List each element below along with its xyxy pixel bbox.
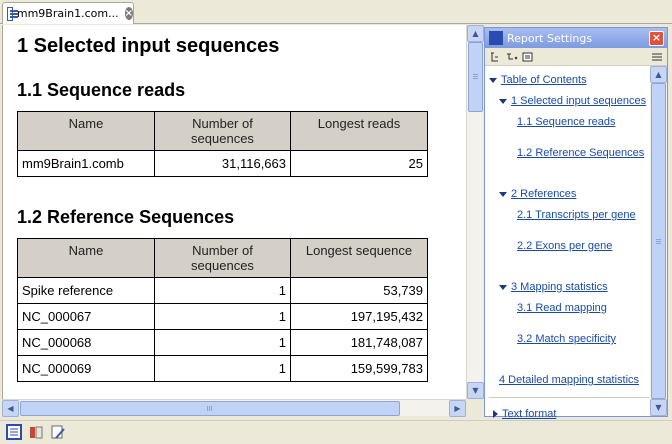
scroll-up-icon[interactable]: ▲ <box>467 25 484 42</box>
column-header: Number of sequences <box>154 111 291 151</box>
settings-vertical-scrollbar[interactable]: ▲ ▼ <box>650 66 667 416</box>
table-cell: 1 <box>154 329 291 356</box>
table-cell: 181,748,087 <box>290 329 428 356</box>
expand-arrow-icon[interactable] <box>499 191 507 197</box>
section-title-sequence-reads: 1.1 Sequence reads <box>17 80 186 100</box>
scroll-thumb[interactable] <box>468 42 483 112</box>
tab-bar: mm9Brain1.com... × <box>0 0 672 24</box>
view-switch-bar <box>0 420 672 444</box>
column-header: Longest sequence <box>290 238 428 278</box>
tree-node-sequence-reads[interactable]: 1.1 Sequence reads <box>517 116 615 128</box>
tree-node-mapping-statistics[interactable]: 3 Mapping statistics <box>499 281 608 293</box>
reference-sequences-table: Name Number of sequences Longest sequence … <box>17 238 428 382</box>
table-row: NC_000068 1 181,748,087 <box>17 329 428 356</box>
table-cell: 31,116,663 <box>154 150 291 177</box>
table-view-icon[interactable] <box>6 424 22 440</box>
section-title-reference-sequences: 1.2 Reference Sequences <box>17 207 235 227</box>
table-cell: mm9Brain1.comb <box>17 150 155 177</box>
close-icon[interactable]: × <box>649 30 664 46</box>
panel-icon <box>489 31 503 45</box>
table-row: Spike reference 1 53,739 <box>17 277 428 304</box>
tree-node-read-mapping[interactable]: 3.1 Read mapping <box>517 302 607 314</box>
table-cell: 1 <box>154 277 291 304</box>
tree-node-reference-sequences[interactable]: 1.2 Reference Sequences <box>517 147 644 159</box>
table-cell: 1 <box>154 355 291 382</box>
scroll-down-icon[interactable]: ▼ <box>650 399 667 416</box>
scroll-down-icon[interactable]: ▼ <box>467 382 484 399</box>
table-row: NC_000069 1 159,599,783 <box>17 355 428 382</box>
table-cell: NC_000067 <box>17 303 155 330</box>
expand-tree-icon[interactable] <box>490 51 502 63</box>
tab-report[interactable]: mm9Brain1.com... × <box>2 2 134 24</box>
tree-node-text-format[interactable]: Text format <box>493 408 556 420</box>
scroll-left-icon[interactable]: ◀ <box>2 400 19 417</box>
expand-arrow-icon[interactable] <box>499 284 507 290</box>
table-cell: 1 <box>154 303 291 330</box>
table-cell: 53,739 <box>290 277 428 304</box>
table-of-contents-tree: Table of Contents 1 Selected input seque… <box>485 66 650 420</box>
app-window: mm9Brain1.com... × 1 Selected input sequ… <box>0 0 672 444</box>
table-cell: Spike reference <box>17 277 155 304</box>
column-header: Name <box>17 238 155 278</box>
report-content: 1 Selected input sequences 1.1 Sequence … <box>17 33 437 382</box>
report-settings-panel: Report Settings × Table of Contents 1 Se… <box>484 27 668 420</box>
report-view: 1 Selected input sequences 1.1 Sequence … <box>2 25 466 399</box>
table-cell: NC_000068 <box>17 329 155 356</box>
options-menu-icon[interactable] <box>651 51 663 63</box>
table-row: mm9Brain1.comb 31,116,663 25 <box>17 150 428 177</box>
tree-node-detailed-mapping[interactable]: 4 Detailed mapping statistics <box>499 374 639 386</box>
column-header: Longest reads <box>290 111 428 151</box>
tree-node-toc[interactable]: Table of Contents <box>489 74 587 86</box>
table-cell: NC_000069 <box>17 355 155 382</box>
expand-arrow-icon[interactable] <box>499 98 507 104</box>
scroll-up-icon[interactable]: ▲ <box>650 66 667 83</box>
settings-toolbar <box>485 48 667 66</box>
collapse-tree-icon[interactable] <box>506 51 518 63</box>
book-view-icon[interactable] <box>28 424 44 440</box>
table-icon <box>7 6 18 21</box>
tree-node-exons-per-gene[interactable]: 2.2 Exons per gene <box>517 240 612 252</box>
tree-node-transcripts-per-gene[interactable]: 2.1 Transcripts per gene <box>517 209 636 221</box>
tree-node-selected-input[interactable]: 1 Selected input sequences <box>499 95 646 107</box>
report-horizontal-scrollbar[interactable]: ◀ ▶ <box>2 399 466 417</box>
report-vertical-scrollbar[interactable]: ▲ ▼ <box>466 25 484 399</box>
scroll-thumb-horizontal[interactable] <box>20 401 400 416</box>
tab-label: mm9Brain1.com... <box>16 7 119 20</box>
scroll-thumb[interactable] <box>651 83 666 399</box>
page-settings-icon[interactable] <box>522 51 534 63</box>
settings-title-bar: Report Settings × <box>485 28 667 48</box>
table-cell: 25 <box>290 150 428 177</box>
page-title: 1 Selected input sequences <box>17 35 280 57</box>
column-header: Name <box>17 111 155 151</box>
history-view-icon[interactable] <box>50 424 66 440</box>
close-icon[interactable]: × <box>124 7 133 20</box>
column-header: Number of sequences <box>154 238 291 278</box>
expand-arrow-icon[interactable] <box>489 77 497 83</box>
table-cell: 197,195,432 <box>290 303 428 330</box>
scroll-right-icon[interactable]: ▶ <box>449 400 466 417</box>
tree-node-match-specificity[interactable]: 3.2 Match specificity <box>517 333 616 345</box>
sequence-reads-table: Name Number of sequences Longest reads mm9… <box>17 111 428 177</box>
settings-title: Report Settings <box>507 31 593 45</box>
collapse-arrow-icon[interactable] <box>493 410 498 419</box>
tree-node-references[interactable]: 2 References <box>499 188 576 200</box>
table-cell: 159,599,783 <box>290 355 428 382</box>
table-row: NC_000067 1 197,195,432 <box>17 303 428 330</box>
